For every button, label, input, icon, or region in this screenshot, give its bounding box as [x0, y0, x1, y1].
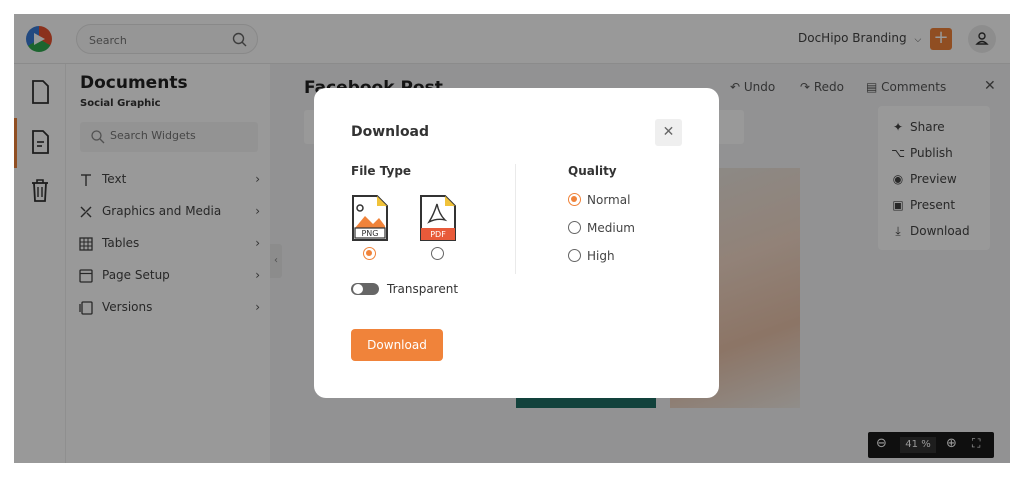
quality-option-high[interactable]: High: [568, 248, 688, 266]
quality-option-label: Normal: [587, 193, 631, 207]
download-button[interactable]: Download: [351, 329, 443, 361]
quality-option-label: High: [587, 249, 615, 263]
quality-label: Quality: [568, 164, 617, 178]
quality-option-medium[interactable]: Medium: [568, 220, 688, 238]
pdf-label: PDF: [430, 230, 446, 239]
close-button[interactable]: ✕: [655, 119, 682, 146]
quality-option-normal[interactable]: Normal: [568, 192, 688, 210]
pdf-file-icon[interactable]: PDF: [419, 194, 457, 242]
download-dialog: Download ✕ File Type PNG PDF Quality Nor…: [314, 88, 719, 398]
dialog-divider: [515, 164, 516, 274]
pdf-radio[interactable]: [431, 247, 444, 260]
png-file-icon[interactable]: PNG: [351, 194, 389, 242]
quality-radio[interactable]: [568, 221, 581, 234]
transparent-toggle[interactable]: [351, 283, 379, 295]
transparent-label: Transparent: [387, 282, 459, 296]
png-label: PNG: [361, 229, 378, 238]
file-type-label: File Type: [351, 164, 412, 178]
png-radio[interactable]: [363, 247, 376, 260]
quality-radio[interactable]: [568, 249, 581, 262]
quality-radio[interactable]: [568, 193, 581, 206]
quality-option-label: Medium: [587, 221, 635, 235]
app-frame: DocHipo Branding ⌵ + Documents Social Gr…: [14, 14, 1010, 463]
dialog-title: Download: [351, 124, 430, 140]
close-icon: ✕: [662, 124, 675, 140]
